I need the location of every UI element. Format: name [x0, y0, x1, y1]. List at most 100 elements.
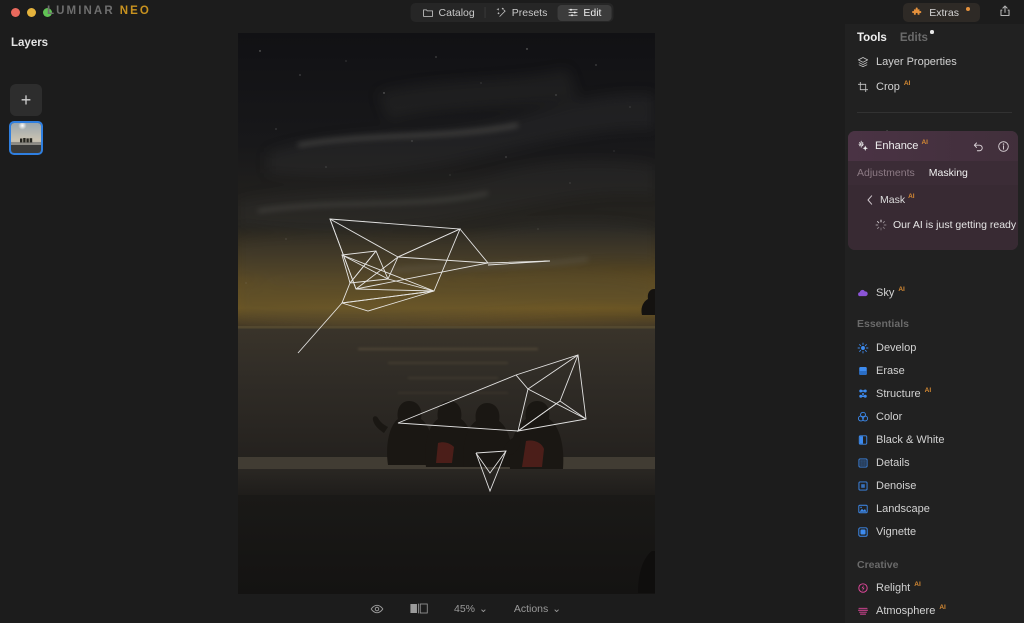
mode-switcher[interactable]: Catalog Presets Edit	[410, 3, 614, 22]
wand-icon	[496, 7, 507, 18]
eye-icon[interactable]	[370, 602, 384, 616]
panel-divider	[857, 112, 1012, 113]
layers-stack-icon	[857, 56, 869, 68]
vignette-icon	[857, 526, 869, 538]
crop-icon	[857, 81, 869, 93]
tab-catalog[interactable]: Catalog	[413, 5, 485, 21]
plus-icon: +	[20, 90, 32, 110]
halfcircle-icon	[857, 434, 869, 446]
square-dashed-icon	[857, 480, 869, 492]
share-icon[interactable]	[998, 4, 1012, 18]
tool-erase[interactable]: Erase	[857, 365, 905, 377]
tool-erase-label: Erase	[876, 365, 905, 377]
sun-icon	[857, 342, 869, 354]
enhance-tool-card[interactable]: Enhance AI Adjustments Masking Mask AI O…	[848, 131, 1018, 250]
extras-badge-dot	[966, 6, 970, 11]
title-bar: LUMINAR NEO Catalog Presets Edit Extras	[0, 0, 1024, 24]
tool-develop[interactable]: Develop	[857, 342, 916, 354]
enhance-title: Enhance	[875, 140, 919, 152]
info-icon[interactable]	[997, 140, 1010, 153]
extras-label: Extras	[929, 6, 959, 19]
essentials-section-label: Essentials	[857, 318, 909, 330]
chevron-left-icon[interactable]	[866, 195, 874, 205]
tool-layer-properties[interactable]: Layer Properties	[857, 56, 957, 68]
ai-superscript: AI	[939, 603, 946, 611]
subtab-masking[interactable]: Masking	[929, 167, 968, 179]
subtab-adjustments[interactable]: Adjustments	[857, 167, 915, 179]
tool-color-label: Color	[876, 411, 903, 423]
eraser-icon	[857, 365, 869, 377]
relight-icon	[857, 582, 869, 594]
tab-tools-label: Tools	[857, 32, 887, 44]
tool-vignette-label: Vignette	[876, 526, 917, 538]
tab-edit[interactable]: Edit	[557, 4, 612, 21]
mask-back-row[interactable]: Mask AI	[848, 192, 1018, 206]
edited-photo	[238, 33, 655, 594]
puzzle-icon	[911, 6, 923, 19]
undo-icon[interactable]	[972, 140, 985, 153]
tool-structure[interactable]: Structure AI	[857, 386, 932, 400]
enhance-card-header[interactable]: Enhance AI	[848, 131, 1018, 161]
enhance-card-actions[interactable]	[972, 140, 1010, 153]
tool-sky[interactable]: Sky AI	[857, 286, 905, 299]
tool-atmosphere-label: Atmosphere	[876, 605, 936, 617]
layers-panel-title: Layers	[11, 37, 49, 49]
window-controls[interactable]	[11, 8, 52, 17]
tool-structure-label: Structure	[876, 388, 921, 400]
tool-sky-label: Sky	[876, 287, 895, 299]
ai-superscript: AI	[908, 192, 915, 200]
sliders-icon	[567, 7, 578, 18]
enhance-card-body: Mask AI Our AI is just getting ready	[848, 185, 1018, 250]
atmosphere-icon	[857, 605, 869, 617]
tool-landscape[interactable]: Landscape	[857, 503, 930, 515]
ai-superscript: AI	[924, 386, 932, 394]
tab-tools[interactable]: Tools	[857, 32, 887, 44]
tool-relight[interactable]: Relight AI	[857, 580, 921, 594]
photo-canvas[interactable]	[238, 33, 655, 594]
close-window-button[interactable]	[11, 8, 20, 17]
tab-catalog-label: Catalog	[438, 6, 475, 19]
compare-split-icon[interactable]	[410, 603, 428, 614]
tab-edits[interactable]: Edits	[900, 30, 934, 44]
tab-presets-label: Presets	[511, 6, 548, 19]
zoom-level-dropdown[interactable]: 45% ⌄	[454, 603, 488, 615]
tool-relight-label: Relight	[876, 582, 911, 594]
edits-badge-dot	[930, 30, 934, 34]
actions-dropdown[interactable]: Actions ⌄	[514, 603, 561, 615]
enhance-title-group: Enhance AI	[857, 138, 928, 152]
structure-icon	[857, 388, 869, 400]
ai-superscript: AI	[914, 580, 921, 588]
ai-status-row: Our AI is just getting ready	[848, 219, 1018, 231]
canvas-area: 45% ⌄ Actions ⌄	[238, 24, 845, 623]
add-layer-button[interactable]: +	[10, 84, 42, 116]
layer-thumbnail[interactable]	[9, 121, 43, 155]
creative-section-label: Creative	[857, 559, 899, 571]
layers-panel: Layers +	[0, 24, 238, 623]
tool-layer-properties-label: Layer Properties	[876, 56, 957, 68]
extras-button[interactable]: Extras	[903, 3, 980, 22]
zoom-level-value: 45%	[454, 602, 476, 615]
canvas-bottom-bar: 45% ⌄ Actions ⌄	[238, 594, 845, 623]
tool-vignette[interactable]: Vignette	[857, 526, 916, 538]
tool-atmosphere[interactable]: Atmosphere AI	[857, 603, 946, 617]
tab-presets[interactable]: Presets	[486, 5, 558, 21]
tools-edits-tabs[interactable]: Tools Edits	[857, 30, 934, 44]
brand-primary: LUMINAR	[47, 5, 115, 17]
minimize-window-button[interactable]	[27, 8, 36, 17]
tool-details-label: Details	[876, 457, 910, 469]
tool-denoise[interactable]: Denoise	[857, 480, 916, 492]
tool-crop[interactable]: Crop AI	[857, 80, 910, 93]
tool-color[interactable]: Color	[857, 411, 902, 423]
tool-details[interactable]: Details	[857, 457, 910, 469]
tool-denoise-label: Denoise	[876, 480, 917, 492]
layer-thumbnail-image	[11, 123, 41, 153]
enhance-subtabs[interactable]: Adjustments Masking	[848, 161, 1018, 185]
ai-superscript: AI	[921, 138, 928, 146]
chevron-down-icon: ⌄	[479, 602, 488, 615]
spinner-icon	[875, 219, 887, 231]
luminar-neo-window: LUMINAR NEO Catalog Presets Edit Extras …	[0, 0, 1024, 623]
tool-black-and-white-label: Black & White	[876, 434, 945, 446]
tool-black-and-white[interactable]: Black & White	[857, 434, 944, 446]
color-wheel-icon	[857, 411, 869, 423]
chevron-down-icon: ⌄	[552, 602, 562, 615]
